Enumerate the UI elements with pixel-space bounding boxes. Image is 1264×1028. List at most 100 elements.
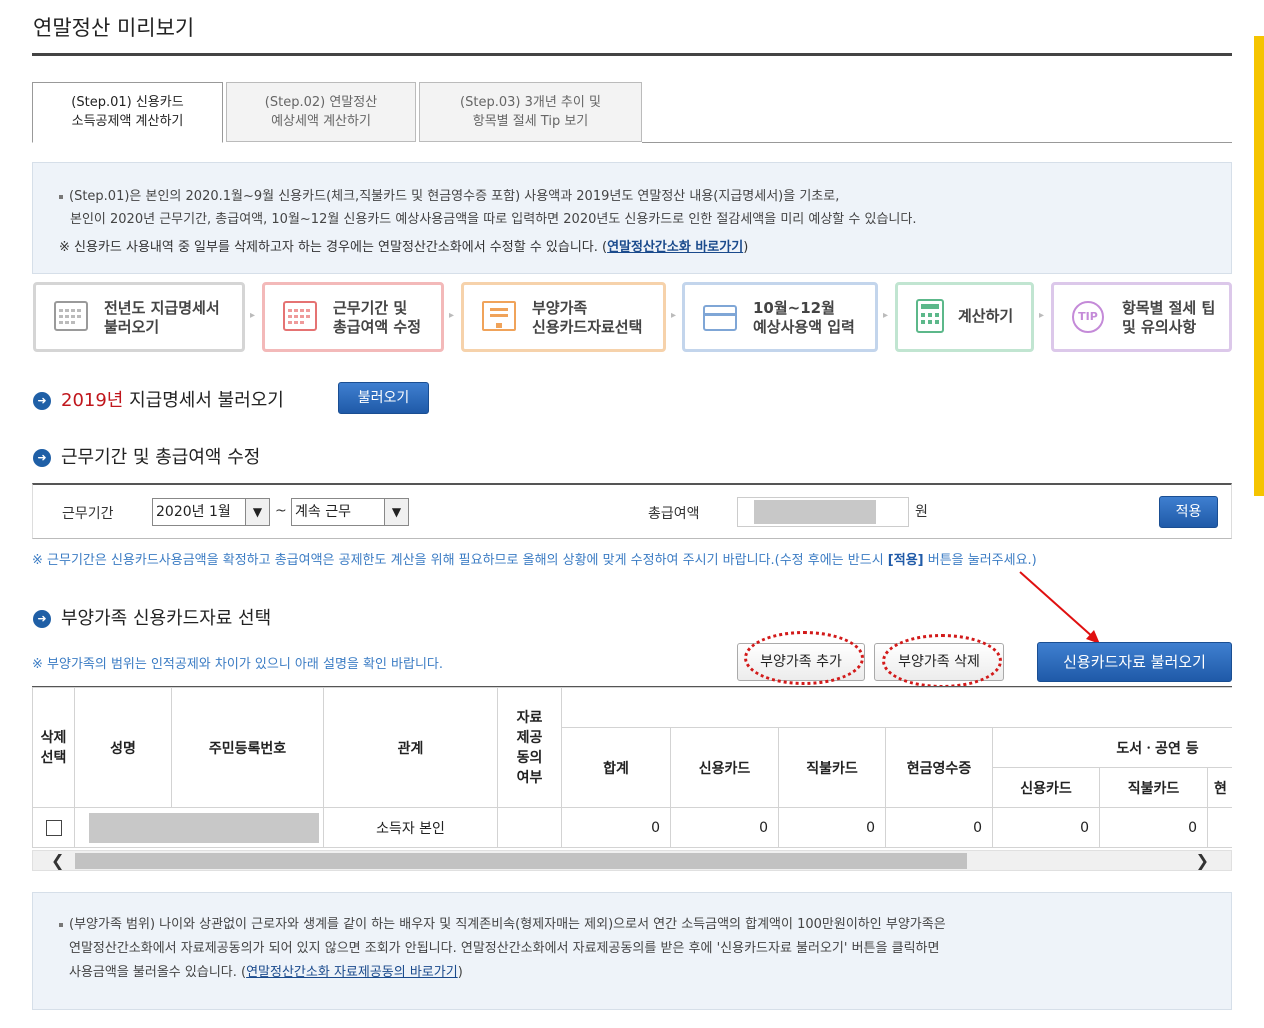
bottom-line3-prefix: 사용금액을 불러올수 있습니다. ( [69,965,247,980]
step-dependents[interactable]: 부양가족 신용카드자료선택 [461,282,666,352]
step3-line1: 부양가족 [532,299,588,317]
salary-unit: 원 [915,504,928,520]
col-books-debit: 직불카드 [1099,767,1208,808]
masked-name-rrn [74,807,324,848]
arrow-circle-icon: ➜ [33,449,51,467]
highlight-oval [882,634,1002,688]
dependents-info-box: (부양가족 범위) 나이와 상관없이 근로자와 생계를 같이 하는 배우자 및 … [32,892,1232,1010]
intro-info-box: (Step.01)은 본인의 2020.1월~9월 신용카드(체크,직불카드 및… [32,162,1232,274]
tab-step-03[interactable]: (Step.03) 3개년 추이 및 항목별 절세 Tip 보기 [419,82,642,142]
load-statement-button[interactable]: 불러오기 [338,382,429,414]
step-work-period[interactable]: 근무기간 및 총급여액 수정 [262,282,444,352]
step3-line2: 신용카드자료선택 [532,318,643,336]
col-books-credit: 신용카드 [992,767,1100,808]
bullet-icon [59,922,63,927]
load-card-data-button[interactable]: 신용카드자료 불러오기 [1037,642,1232,682]
intro-line3-prefix: ※ 신용카드 사용내역 중 일부를 삭제하고자 하는 경우에는 연말정산간소화에… [59,240,608,255]
calendar-red-icon [283,301,317,331]
title-divider [32,53,1232,56]
salary-label: 총급여액 [648,506,700,522]
step-arrow-icon: ▸ [449,310,455,321]
row-credit: 0 [670,807,779,848]
step1-line1: 전년도 지급명세서 [104,299,220,317]
section-prior-statement-heading: ➜ 2019년 지급명세서 불러오기 [33,386,284,412]
step-arrow-icon: ▸ [250,310,256,321]
intro-line3-suffix: ) [743,240,749,255]
annotation-arrow-icon [1019,571,1100,644]
start-month-select[interactable]: 2020년 1월 ▼ [152,498,270,526]
tab-baseline [642,142,1232,143]
card-icon [703,305,737,331]
section1-year: 2019년 [61,390,124,411]
tab-step-02-line1: (Step.02) 연말정산 [264,95,378,110]
apply-button[interactable]: 적용 [1159,496,1218,528]
section-work-period-heading: ➜ 근무기간 및 총급여액 수정 [33,443,260,469]
consent-link[interactable]: 연말정산간소화 자료제공동의 바로가기 [246,965,458,980]
chevron-down-icon: ▼ [384,499,408,525]
step-arrow-icon: ▸ [671,310,677,321]
tab-step-01-line2: 소득공제액 계산하기 [71,114,184,129]
row-checkbox-cell [32,807,75,848]
apply-emphasis: [적용] [887,553,924,568]
calculator-icon [916,299,944,333]
work-period-form: 근무기간 2020년 1월 ▼ ~ 계속 근무 ▼ 총급여액 원 적용 [32,483,1232,539]
chevron-down-icon: ▼ [245,499,269,525]
row-debit: 0 [778,807,886,848]
table-horizontal-scrollbar[interactable]: ❮ ❯ [32,850,1232,871]
tip-icon: TIP [1072,301,1104,333]
masked-salary [754,500,876,524]
step-tips[interactable]: TIP 항목별 절세 팁및 유의사항 [1051,282,1232,352]
step2-line2: 총급여액 수정 [333,318,422,336]
table-row: 소득자 본인 0 0 0 0 0 0 [32,807,1232,848]
scrollbar-thumb[interactable] [75,853,967,869]
col-books-group: 도서ㆍ공연 등 [991,727,1232,768]
tab-step-03-line1: (Step.03) 3개년 추이 및 [460,95,601,110]
tab-step-02-line2: 예상세액 계산하기 [271,114,371,129]
work-period-label: 근무기간 [62,506,114,522]
step-arrow-icon: ▸ [1039,310,1045,321]
tab-step-02[interactable]: (Step.02) 연말정산 예상세액 계산하기 [226,82,416,142]
arrow-circle-icon: ➜ [33,392,51,410]
col-cash: 현금영수증 [885,727,993,808]
monitor-icon [482,301,516,331]
bottom-line2: 연말정산간소화에서 자료제공동의가 되어 있지 않으면 조회가 안됩니다. 연말… [69,941,940,956]
step4-line1: 10월~12월 [753,299,835,317]
step-arrow-icon: ▸ [883,310,889,321]
end-month-select[interactable]: 계속 근무 ▼ [291,498,409,526]
step6-line1: 항목별 절세 팁 [1122,299,1216,317]
dependents-table-viewport: 삭제 선택 성명 주민등록번호 관계 자료 제공 동의 여부 합계 신용카드 직불카드 … [32,686,1232,850]
row-books-cash [1206,807,1232,848]
row-total: 0 [561,807,671,848]
row-checkbox[interactable] [45,819,62,836]
dependents-table: 삭제 선택 성명 주민등록번호 관계 자료 제공 동의 여부 합계 신용카드 직불카드 … [32,687,1232,848]
step-calculate[interactable]: 계산하기 [895,282,1034,352]
scroll-right-icon[interactable]: ❯ [1196,851,1209,871]
col-total: 합계 [561,727,671,808]
col-group-top [560,687,1232,728]
section3-title: 부양가족 신용카드자료 선택 [61,608,272,629]
tilde-separator: ~ [275,503,287,519]
work-period-note: ※ 근무기간은 신용카드사용금액을 확정하고 총급여액은 공제한도 계산을 위해… [32,549,1037,568]
step-prior-statement[interactable]: 전년도 지급명세서 불러오기 [33,282,245,352]
section-dependents-heading: ➜ 부양가족 신용카드자료 선택 [33,604,271,630]
scroll-left-icon[interactable]: ❮ [51,851,64,871]
col-relation: 관계 [323,687,498,808]
section2-title: 근무기간 및 총급여액 수정 [61,447,261,468]
arrow-circle-icon: ➜ [33,610,51,628]
step-expected-usage[interactable]: 10월~12월 예상사용액 입력 [682,282,878,352]
step4-line2: 예상사용액 입력 [753,318,855,336]
tab-step-03-line2: 항목별 절세 Tip 보기 [472,114,589,129]
calendar-icon [54,301,88,331]
row-cash: 0 [885,807,993,848]
tab-step-01[interactable]: (Step.01) 신용카드 소득공제액 계산하기 [32,82,223,143]
start-month-value: 2020년 1월 [156,504,231,520]
step6-line2: 및 유의사항 [1122,318,1197,336]
row-relation: 소득자 본인 [323,807,498,848]
col-debit: 직불카드 [778,727,886,808]
tab-step-01-line1: (Step.01) 신용카드 [71,95,184,110]
intro-line2: 본인이 2020년 근무기간, 총급여액, 10월~12월 신용카드 예상사용금… [70,212,917,227]
end-month-value: 계속 근무 [295,504,351,520]
col-select: 삭제 선택 [32,687,75,808]
salary-input[interactable] [737,497,909,527]
simplified-service-link[interactable]: 연말정산간소화 바로가기 [607,240,743,255]
